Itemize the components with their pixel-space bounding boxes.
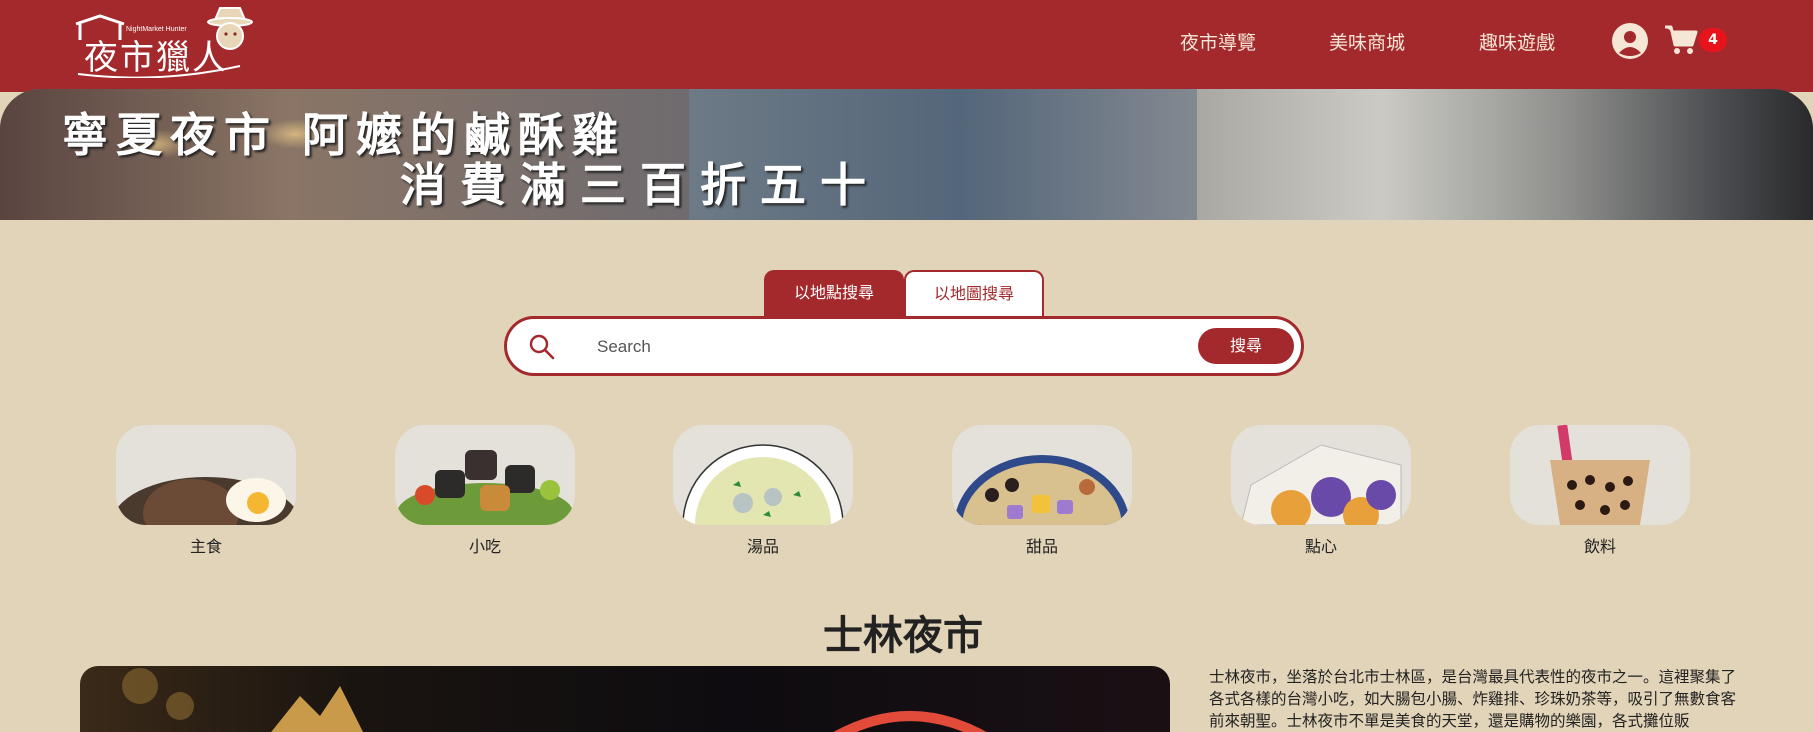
cart-icon[interactable]	[1664, 24, 1698, 56]
featured-market-description: 士林夜市，坐落於台北市士林區，是台灣最具代表性的夜市之一。這裡聚集了各式各樣的台…	[1209, 668, 1737, 730]
dessert-image	[952, 425, 1132, 525]
tab-search-by-location[interactable]: 以地點搜尋	[764, 270, 904, 316]
category-label: 湯品	[746, 537, 779, 556]
featured-market-title: 士林夜市	[823, 613, 983, 659]
category-drink[interactable]: 飲料	[1510, 425, 1690, 556]
nav-fun-games[interactable]: 趣味遊戲	[1479, 28, 1555, 55]
top-header: NightMarket Hunter 夜市獵人 夜市導覽 美味商城 趣味遊戲 4	[0, 0, 1813, 92]
category-soup[interactable]: 湯品	[673, 425, 853, 556]
soup-image	[673, 425, 853, 525]
search-button[interactable]: 搜尋	[1198, 328, 1294, 364]
promo-banner[interactable]: 寧夏夜市 阿嬤的鹹酥雞 消費滿三百折五十	[0, 89, 1813, 220]
pastry-image	[1231, 425, 1411, 525]
search-input[interactable]	[597, 327, 1187, 367]
category-label: 主食	[189, 537, 222, 556]
category-label: 甜品	[1025, 537, 1058, 556]
category-main-dish[interactable]: 主食	[116, 425, 296, 556]
category-pastry[interactable]: 點心	[1231, 425, 1411, 556]
search-bar: 搜尋	[504, 316, 1304, 376]
category-dessert[interactable]: 甜品	[952, 425, 1132, 556]
nav-food-mall[interactable]: 美味商城	[1329, 28, 1405, 55]
user-icon[interactable]	[1612, 23, 1648, 59]
category-snack[interactable]: 小吃	[395, 425, 575, 556]
tab-search-by-map[interactable]: 以地圖搜尋	[904, 270, 1044, 316]
drink-image	[1510, 425, 1690, 525]
logo-title: 夜市獵人	[84, 38, 228, 78]
search-icon	[529, 334, 555, 360]
logo[interactable]: NightMarket Hunter 夜市獵人	[70, 6, 255, 78]
main-dish-image	[116, 425, 296, 525]
nav-market-guide[interactable]: 夜市導覽	[1180, 28, 1256, 55]
banner-promo-text: 消費滿三百折五十	[400, 158, 880, 212]
category-label: 飲料	[1583, 537, 1616, 556]
market-photo[interactable]	[80, 666, 1170, 732]
category-label: 小吃	[468, 537, 501, 556]
cart-count-badge: 4	[1699, 28, 1727, 52]
category-label: 點心	[1304, 537, 1337, 556]
snack-image	[395, 425, 575, 525]
